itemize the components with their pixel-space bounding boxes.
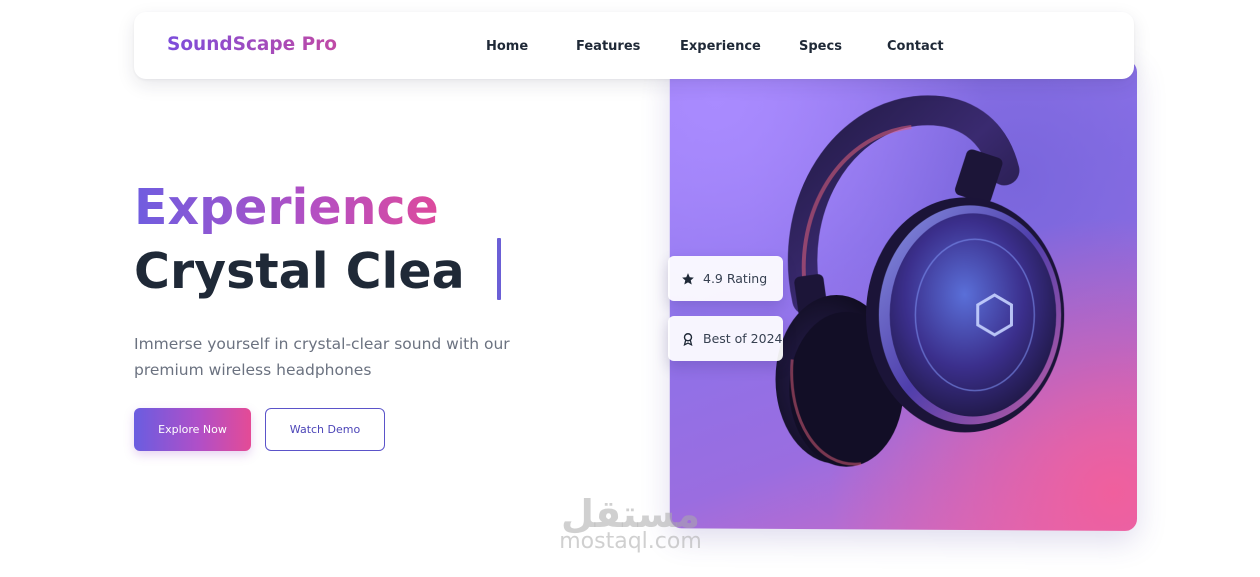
top-navbar: SoundScape Pro Home Features Experience … <box>134 12 1134 79</box>
explore-now-button[interactable]: Explore Now <box>134 408 251 451</box>
watch-demo-button[interactable]: Watch Demo <box>265 408 385 451</box>
brand-logo[interactable]: SoundScape Pro <box>167 34 337 55</box>
nav-link-home[interactable]: Home <box>486 39 528 54</box>
typing-caret <box>497 238 501 300</box>
award-icon <box>680 331 696 347</box>
watermark-latin: mostaql.com <box>559 529 702 554</box>
star-icon <box>680 271 696 287</box>
award-badge-label: Best of 2024 <box>703 331 783 346</box>
watermark: مستقل mostaql.com <box>553 495 708 553</box>
nav-link-experience[interactable]: Experience <box>680 39 761 54</box>
hero-title-gradient: Experience <box>134 179 439 236</box>
nav-link-contact[interactable]: Contact <box>887 39 944 54</box>
watermark-arabic: مستقل <box>561 492 700 536</box>
hero-title-typed: Crystal Clea <box>134 243 465 300</box>
nav-link-features[interactable]: Features <box>576 39 640 54</box>
hero-subtitle: Immerse yourself in crystal-clear sound … <box>134 335 510 379</box>
nav-link-specs[interactable]: Specs <box>799 39 842 54</box>
award-badge: Best of 2024 <box>668 316 783 361</box>
rating-badge: 4.9 Rating <box>668 256 783 301</box>
rating-badge-label: 4.9 Rating <box>703 271 768 286</box>
